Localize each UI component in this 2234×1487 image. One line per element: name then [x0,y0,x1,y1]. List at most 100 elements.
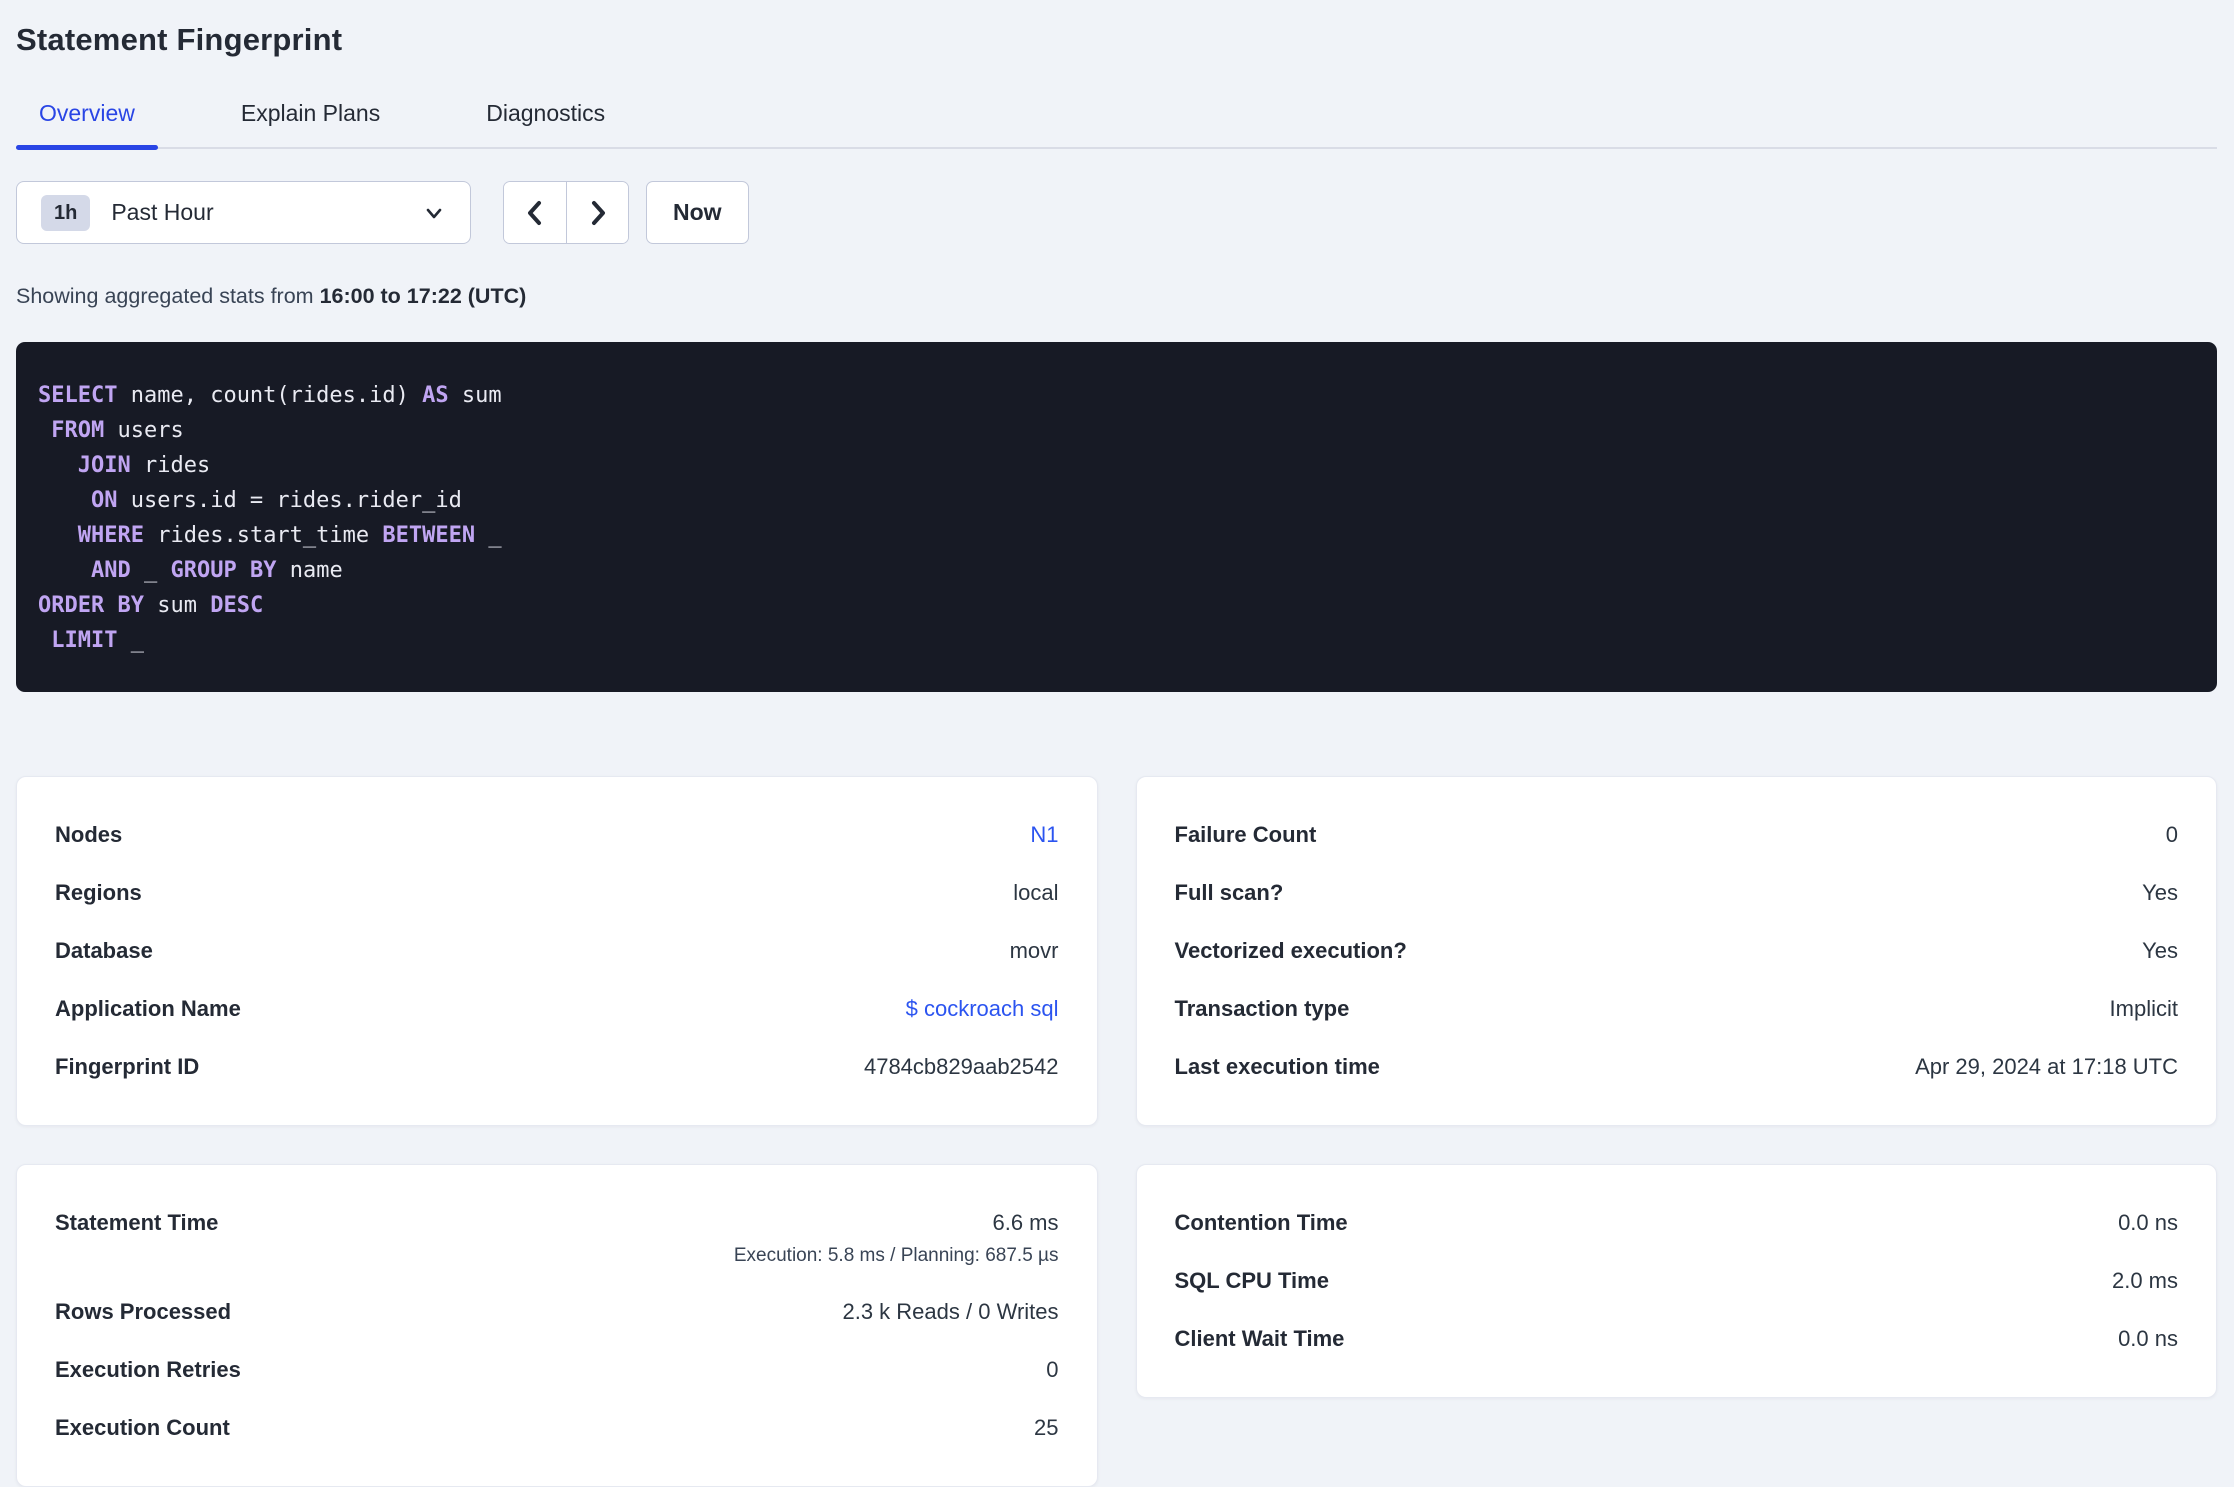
row-value-statement-time: 6.6 ms [992,1210,1059,1235]
row-label-client-wait-time: Client Wait Time [1174,1326,1345,1351]
sql-keyword: BY [249,558,277,583]
row-label-rows-processed: Rows Processed [55,1299,232,1324]
sql-text: name, count(rides.id) [117,383,423,408]
row-value-wrap: Yes [2142,880,2178,906]
card-row: Transaction type Implicit [1175,980,2179,1038]
sql-keyword: BY [117,593,144,618]
card-row: Full scan? Yes [1175,864,2179,922]
row-label-failure-count: Failure Count [1174,822,1317,847]
card-row: Client Wait Time 0.0 ns [1175,1310,2179,1368]
page-title: Statement Fingerprint [16,22,343,57]
next-interval-button[interactable] [566,182,628,243]
row-value-database: movr [1009,938,1059,963]
card-row: Failure Count 0 [1175,806,2179,864]
row-label-sql-cpu-time: SQL CPU Time [1174,1268,1329,1293]
sql-text: _ [117,628,144,653]
row-label-transaction-type: Transaction type [1174,996,1350,1021]
sql-text: _ [475,523,502,548]
sql-text: rides [130,453,211,478]
sql-keyword: BETWEEN [382,523,476,548]
row-value-last-execution-time: Apr 29, 2024 at 17:18 UTC [1915,1054,2178,1079]
time-range-select[interactable]: 1h Past Hour [16,181,471,244]
previous-interval-button[interactable] [504,182,566,243]
row-value-wrap: 25 [1034,1415,1058,1441]
sql-keyword: LIMIT [51,628,118,653]
row-value-execution-retries: 0 [1046,1357,1059,1382]
row-value-contention-time: 0.0 ns [2118,1210,2178,1235]
chevron-left-icon [528,200,541,225]
tab-diagnostics[interactable]: Diagnostics [463,100,628,147]
card-row: Fingerprint ID 4784cb829aab2542 [55,1038,1059,1096]
sql-text: rides.start_time [143,523,383,548]
summary-cards-grid: Nodes N1 Regions local Database movr Applicati… [16,776,2217,1487]
row-value-link-nodes[interactable]: N1 [1030,822,1058,848]
row-label-fingerprint-id: Fingerprint ID [55,1054,200,1079]
sql-keyword: WHERE [77,523,144,548]
row-value-wrap: N1 [1030,822,1058,848]
card-row: Nodes N1 [55,806,1059,864]
row-value-link-application-name[interactable]: $ cockroach sql [906,996,1059,1022]
time-interval-arrows [503,181,629,244]
sql-text: name [276,558,343,583]
row-value-wrap: local [1013,880,1058,906]
card-statement-details: Nodes N1 Regions local Database movr Applicati… [16,776,1098,1126]
card-row: Last execution time Apr 29, 2024 at 17:18… [1175,1038,2179,1096]
card-row: Application Name $ cockroach sql [55,980,1059,1038]
row-value-transaction-type: Implicit [2109,996,2178,1021]
row-label-statement-time: Statement Time [55,1210,219,1235]
sql-text: sum [143,593,211,618]
sql-keyword: ON [90,488,118,513]
sql-keyword: AND [90,558,131,583]
sql-keyword: JOIN [77,453,131,478]
sql-keyword: AS [422,383,449,408]
row-value-failure-count: 0 [2165,822,2178,847]
row-value-wrap: 2.3 k Reads / 0 Writes [842,1299,1058,1325]
card-row: Execution Count 25 [55,1399,1059,1457]
sql-text: users [104,418,184,443]
card-execution-attributes: Failure Count 0 Full scan? Yes Vectorized ex… [1135,776,2217,1126]
time-range-badge: 1h [41,194,91,231]
sql-text: _ [130,558,171,583]
tab-explain-plans[interactable]: Explain Plans [218,100,403,147]
time-range-label: Past Hour [111,199,214,225]
row-value-sql-cpu-time: 2.0 ms [2111,1268,2178,1293]
sql-keyword: SELECT [38,383,118,408]
stats-line-prefix: Showing aggregated stats from [16,284,320,308]
sql-keyword: DESC [210,593,264,618]
row-value-rows-processed: 2.3 k Reads / 0 Writes [842,1299,1059,1324]
sql-keyword: GROUP [170,558,237,583]
row-value-wrap: movr [1010,938,1059,964]
sql-keyword: ORDER [38,593,105,618]
row-label-regions: Regions [55,880,142,905]
stats-line-range: 16:00 to 17:22 (UTC) [319,284,527,308]
row-value-wrap: 0 [1046,1357,1058,1383]
row-label-full-scan: Full scan? [1174,880,1284,905]
row-value-wrap: Yes [2142,938,2178,964]
row-value-regions: local [1013,880,1059,905]
sql-keyword: FROM [51,418,105,443]
row-subvalue-statement-time: Execution: 5.8 ms / Planning: 687.5 µs [733,1245,1059,1266]
card-statement-timing: Statement Time 6.6 ms Execution: 5.8 ms / … [16,1164,1098,1487]
row-label-last-execution-time: Last execution time [1174,1054,1380,1079]
card-row: Contention Time 0.0 ns [1175,1194,2179,1252]
row-value-vectorized-execution: Yes [2142,938,2178,963]
card-row: Statement Time 6.6 ms Execution: 5.8 ms / … [55,1194,1059,1283]
chevron-right-icon [591,200,605,225]
card-row: Rows Processed 2.3 k Reads / 0 Writes [55,1283,1059,1341]
sql-statement-box: SELECT name, count(rides.id) AS sum FROM… [16,342,2217,692]
row-label-execution-retries: Execution Retries [55,1357,241,1382]
card-wait-timing: Contention Time 0.0 ns SQL CPU Time 2.0 ms C… [1135,1164,2217,1398]
sql-text: sum [448,383,502,408]
card-row: Vectorized execution? Yes [1175,922,2179,980]
row-value-full-scan: Yes [2142,880,2178,905]
row-value-fingerprint-id: 4784cb829aab2542 [863,1054,1059,1079]
row-value-wrap: 0 [2166,822,2178,848]
tab-overview[interactable]: Overview [16,100,158,150]
now-button[interactable]: Now [646,181,749,244]
